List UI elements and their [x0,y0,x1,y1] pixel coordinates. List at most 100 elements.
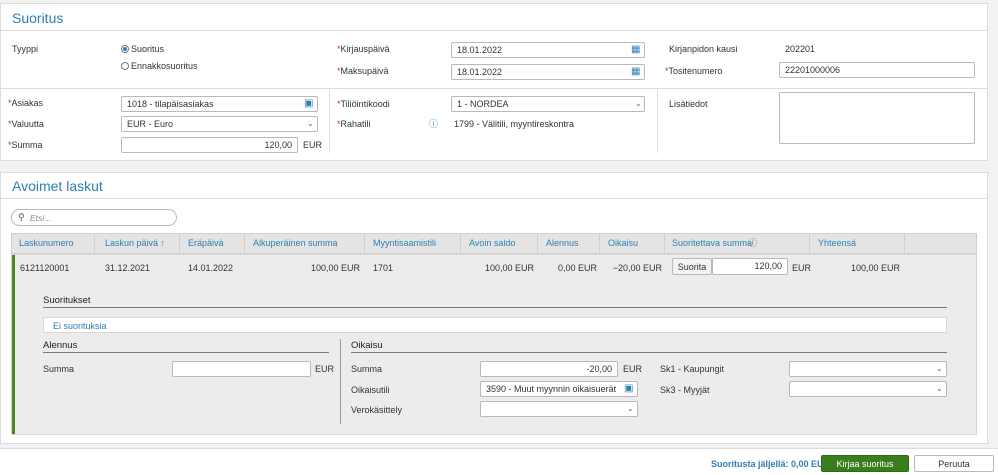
footer-bar: Suoritusta jäljellä: 0,00 EUR Kirjaa suo… [0,448,998,475]
divider [43,307,947,308]
summa-label: Summa [8,140,43,150]
table-header: Laskunumero Laskun päivä ↑ Eräpäivä Alku… [11,233,977,254]
divider [1,30,987,31]
cell-avoin-saldo: 100,00 EUR [484,263,534,273]
search-input[interactable]: ⚲ Etsi... [11,209,177,226]
radio-ennakkosuoritus-label: Ennakkosuoritus [131,61,198,71]
alennus-summa-input[interactable] [172,361,311,377]
chevron-down-icon: ⌄ [635,99,642,108]
cell-erapaiva: 14.01.2022 [188,263,234,273]
cell-myyntisaamistili: 1701 [373,263,394,273]
rahatili-value: 1799 - Välitili, myyntireskontra [454,119,575,129]
col-alennus[interactable]: Alennus [546,238,579,248]
divider [351,352,947,353]
tiliointikoodi-label: Tiliöintikoodi [337,99,390,109]
valuutta-label: Valuutta [8,119,44,129]
divider [43,352,329,353]
row-marker [12,255,15,434]
oikaisutili-label: Oikaisutili [351,385,390,395]
calendar-icon[interactable]: ▦ [631,43,640,57]
radio-suoritus-label: Suoritus [131,44,165,54]
divider [1,88,987,89]
divider [329,88,330,153]
avoimet-laskut-title: Avoimet laskut [12,178,103,194]
suoritukset-title: Suoritukset [43,295,91,306]
oikaisu-summa-input[interactable]: -20,00 [480,361,618,377]
lookup-icon[interactable]: ▣ [624,382,633,396]
oikaisu-unit: EUR [623,364,643,374]
info-icon[interactable]: ⓘ [429,117,438,131]
suoritettava-unit: EUR [792,263,812,273]
cell-alkuperainen-summa: 100,00 EUR [310,263,360,273]
kirjauspaiva-input[interactable]: 18.01.2022 [451,42,645,58]
col-laskun-paiva[interactable]: Laskun päivä ↑ [105,238,165,248]
oikaisutili-input[interactable]: 3590 - Muut myynnin oikaisuerät [480,381,638,397]
col-laskunumero[interactable]: Laskunumero [19,238,74,248]
divider [537,234,538,253]
suoritus-panel: Suoritus Tyyppi Suoritus Ennakkosuoritus… [0,3,988,161]
radio-ennakkosuoritus[interactable] [121,62,129,70]
suoritettava-input[interactable]: 120,00 [712,258,788,275]
col-alkuperainen-summa[interactable]: Alkuperäinen summa [253,238,338,248]
ei-suorituksia-text: Ei suorituksia [53,321,107,331]
tyyppi-label: Tyyppi [12,44,39,54]
divider [340,339,341,424]
calendar-icon[interactable]: ▦ [631,65,640,79]
tiliointikoodi-select[interactable]: 1 - NORDEA [451,96,645,112]
table-row[interactable]: 6121120001 31.12.2021 14.01.2022 100,00 … [11,254,977,435]
col-avoin-saldo[interactable]: Avoin saldo [469,238,515,248]
col-suoritettava-summa[interactable]: Suoritettava summa [672,238,752,248]
divider [1,198,987,199]
col-oikaisu[interactable]: Oikaisu [608,238,638,248]
asiakas-input[interactable]: 1018 - tilapäisasiakas [121,96,318,112]
lisatiedot-textarea[interactable] [779,92,975,144]
maksupaiva-label: Maksupäivä [337,66,389,76]
divider [809,234,810,253]
cell-alennus: 0,00 EUR [557,263,597,273]
suorita-button[interactable]: Suorita [672,258,712,275]
summa-unit: EUR [303,140,323,150]
search-placeholder: Etsi... [30,213,52,223]
verokasittely-label: Verokäsittely [351,405,403,415]
cell-laskun-paiva: 31.12.2021 [105,263,151,273]
chevron-down-icon: ⌄ [307,119,314,128]
divider [244,234,245,253]
search-icon: ⚲ [18,212,25,222]
divider [364,234,365,253]
avoimet-laskut-panel: Avoimet laskut ⚲ Etsi... Laskunumero Las… [0,172,988,444]
kirjaa-suoritus-button[interactable]: Kirjaa suoritus [821,455,909,472]
alennus-summa-label: Summa [43,364,75,374]
radio-suoritus[interactable] [121,45,129,53]
info-icon[interactable]: ⓘ [748,236,757,250]
divider [460,234,461,253]
oikaisu-title: Oikaisu [351,340,383,351]
cell-oikaisu: −20,00 EUR [612,263,662,273]
cell-yhteensa: 100,00 EUR [850,263,900,273]
lookup-icon[interactable]: ▣ [304,97,313,111]
sk1-select[interactable] [789,361,947,377]
remaining-text: Suoritusta jäljellä: 0,00 EUR [711,459,831,469]
suoritus-title: Suoritus [12,10,64,26]
alennus-title: Alennus [43,340,78,351]
summa-input[interactable]: 120,00 [121,137,298,153]
verokasittely-select[interactable] [480,401,638,417]
alennus-unit: EUR [315,364,335,374]
rahatili-label: Rahatili [337,119,371,129]
valuutta-select[interactable]: EUR - Euro [121,116,318,132]
col-myyntisaamistili[interactable]: Myyntisaamistili [373,238,436,248]
sk3-select[interactable] [789,381,947,397]
divider [599,234,600,253]
col-erapaiva[interactable]: Eräpäivä [188,238,224,248]
oikaisu-summa-label: Summa [351,364,383,374]
divider [179,234,180,253]
peruuta-button[interactable]: Peruuta [914,455,994,472]
kirjauspaiva-label: Kirjauspäivä [337,44,390,54]
maksupaiva-input[interactable]: 18.01.2022 [451,64,645,80]
col-yhteensa[interactable]: Yhteensä [818,238,856,248]
sk1-label: Sk1 - Kaupungit [660,364,725,374]
divider [664,234,665,253]
tositenumero-input[interactable]: 22201000006 [779,62,975,78]
suoritukset-list: Ei suorituksia [43,317,947,333]
divider [657,88,658,153]
asiakas-label: Asiakas [8,98,44,108]
